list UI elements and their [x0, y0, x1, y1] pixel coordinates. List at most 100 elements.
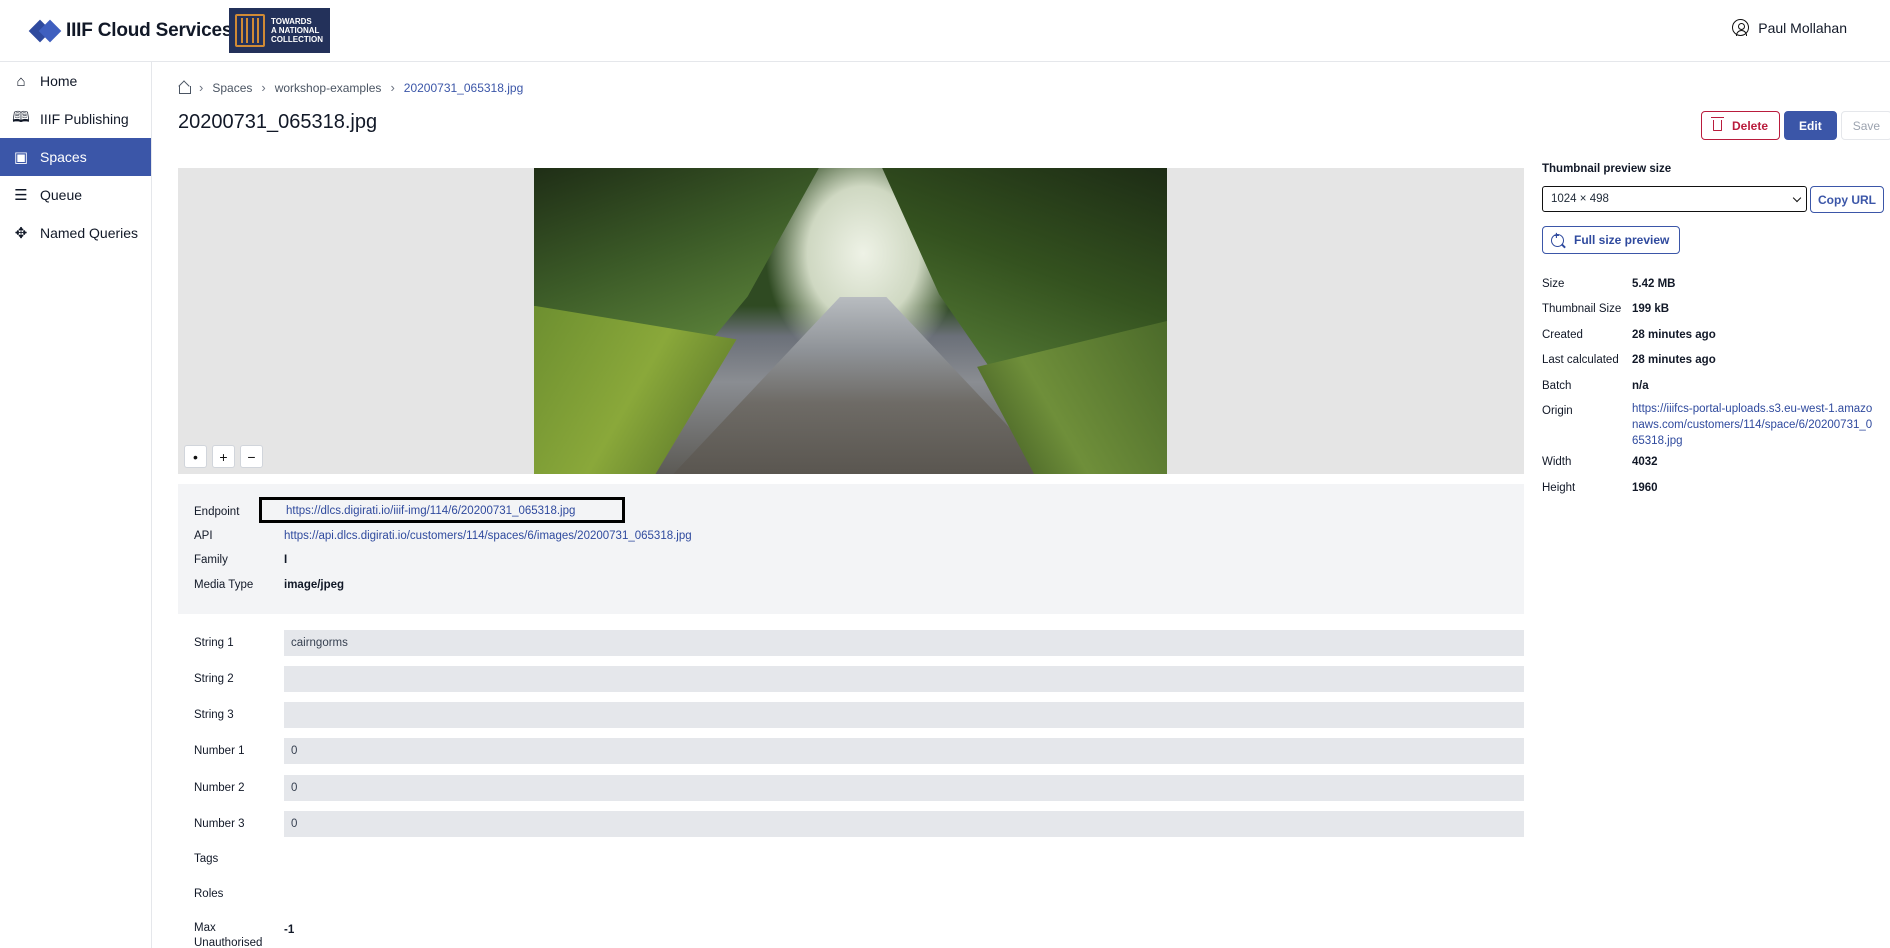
partner-logo-text: TOWARDS A NATIONAL COLLECTION — [271, 17, 323, 44]
meta-last-calculated: Last calculated 28 minutes ago — [1542, 354, 1716, 366]
image-info-panel: Endpoint https://dlcs.digirati.io/iiif-i… — [178, 484, 1524, 614]
app-logo[interactable]: IIIF Cloud Services — [28, 16, 232, 46]
zoom-out-button[interactable]: − — [240, 445, 263, 468]
field-string-3: String 3 — [194, 702, 1524, 728]
thumbnail-size-label: Thumbnail Size — [1542, 303, 1622, 315]
origin-label: Origin — [1542, 405, 1573, 417]
field-string-2: String 2 — [194, 666, 1524, 692]
logo-mark-icon — [28, 19, 62, 43]
thumbnail-size-meta-value: 199 kB — [1632, 303, 1670, 315]
meta-origin: Origin https://iiifcs-portal-uploads.s3.… — [1542, 401, 1878, 449]
home-icon: ⌂ — [16, 72, 26, 90]
full-size-preview-button[interactable]: Full size preview — [1542, 226, 1681, 254]
breadcrumb-current[interactable]: 20200731_065318.jpg — [404, 81, 523, 95]
number1-label: Number 1 — [194, 745, 245, 757]
size-label: Size — [1542, 278, 1565, 290]
size-value: 5.42 MB — [1632, 278, 1676, 290]
thumbnail-size-select[interactable]: 1024 × 498 — [1542, 186, 1807, 212]
zoom-in-icon — [1551, 231, 1564, 247]
full-size-preview-label: Full size preview — [1574, 233, 1670, 247]
created-value: 28 minutes ago — [1632, 329, 1716, 341]
field-number-1: Number 1 0 — [194, 738, 1524, 764]
width-value: 4032 — [1632, 456, 1658, 468]
user-circle-icon — [1732, 19, 1750, 36]
save-button[interactable]: Save — [1840, 111, 1890, 140]
image-viewer[interactable]: • + − — [178, 168, 1524, 474]
number3-label: Number 3 — [194, 818, 245, 830]
sidebar-item-named-queries[interactable]: ✥ Named Queries — [0, 214, 151, 252]
book-icon: 🕮 — [12, 108, 30, 126]
trash-icon — [1711, 117, 1724, 131]
edit-button[interactable]: Edit — [1784, 111, 1837, 140]
height-label: Height — [1542, 482, 1576, 494]
breadcrumb: › Spaces › workshop-examples › 20200731_… — [178, 80, 523, 95]
sidebar-item-label: Queue — [40, 187, 83, 203]
partner-logo: TOWARDS A NATIONAL COLLECTION — [229, 8, 330, 53]
roles-label: Roles — [194, 888, 224, 900]
top-header: IIIF Cloud Services TOWARDS A NATIONAL COL… — [0, 0, 1890, 62]
field-max-unauthorised: Max Unauthorised -1 — [194, 921, 294, 948]
info-row-family: Family I — [194, 554, 287, 566]
user-menu[interactable]: Paul Mollahan — [1732, 19, 1847, 36]
width-label: Width — [1542, 456, 1572, 468]
batch-label: Batch — [1542, 380, 1572, 392]
number3-input[interactable]: 0 — [284, 811, 1524, 837]
thumbnail-size-title: Thumbnail preview size — [1542, 163, 1672, 175]
batch-value: n/a — [1632, 380, 1649, 392]
delete-label: Delete — [1732, 118, 1769, 133]
field-string-1: String 1 cairngorms — [194, 630, 1524, 656]
viewer-controls: • + − — [184, 445, 263, 468]
sidebar-item-home[interactable]: ⌂ Home — [0, 62, 151, 100]
images-icon: ▣ — [13, 149, 29, 166]
sidebar-item-label: IIIF Publishing — [40, 111, 129, 127]
meta-created: Created 28 minutes ago — [1542, 329, 1716, 341]
string3-input[interactable] — [284, 702, 1524, 728]
query-icon: ✥ — [14, 225, 28, 242]
media-type-label: Media Type — [194, 579, 254, 591]
meta-batch: Batch n/a — [1542, 380, 1649, 392]
partner-logo-icon — [235, 14, 265, 47]
image-preview — [534, 168, 1167, 474]
number2-label: Number 2 — [194, 782, 245, 794]
string1-input[interactable]: cairngorms — [284, 630, 1524, 656]
tags-label: Tags — [194, 853, 219, 865]
meta-height: Height 1960 — [1542, 482, 1658, 494]
created-label: Created — [1542, 329, 1583, 341]
family-label: Family — [194, 554, 228, 566]
sidebar-item-label: Home — [40, 73, 78, 89]
media-type-value: image/jpeg — [284, 579, 345, 591]
number2-input[interactable]: 0 — [284, 775, 1524, 801]
copy-url-button[interactable]: Copy URL — [1810, 186, 1884, 213]
breadcrumb-spaces[interactable]: Spaces — [212, 81, 252, 95]
api-link[interactable]: https://api.dlcs.digirati.io/customers/1… — [284, 530, 692, 542]
breadcrumb-home-icon[interactable] — [178, 82, 191, 94]
meta-thumbnail-size: Thumbnail Size 199 kB — [1542, 303, 1669, 315]
breadcrumb-space[interactable]: workshop-examples — [275, 81, 382, 95]
reset-zoom-button[interactable]: • — [184, 445, 207, 468]
sidebar-item-queue[interactable]: ☰ Queue — [0, 176, 151, 214]
page-title: 20200731_065318.jpg — [178, 111, 378, 133]
endpoint-highlight: https://dlcs.digirati.io/iiif-img/114/6/… — [259, 497, 625, 523]
sidebar-item-spaces[interactable]: ▣ Spaces — [0, 138, 151, 176]
endpoint-link[interactable]: https://dlcs.digirati.io/iiif-img/114/6/… — [286, 505, 575, 517]
height-value: 1960 — [1632, 482, 1658, 494]
number1-input[interactable]: 0 — [284, 738, 1524, 764]
delete-button[interactable]: Delete — [1701, 111, 1781, 140]
string2-input[interactable] — [284, 666, 1524, 692]
list-icon: ☰ — [14, 187, 28, 204]
sidebar-item-iiif-publishing[interactable]: 🕮 IIIF Publishing — [0, 100, 151, 138]
field-number-3: Number 3 0 — [194, 811, 1524, 837]
chevron-right-icon: › — [261, 80, 266, 95]
chevron-right-icon: › — [390, 80, 395, 95]
zoom-in-button[interactable]: + — [212, 445, 235, 468]
field-tags: Tags — [194, 853, 284, 865]
string3-label: String 3 — [194, 709, 234, 721]
info-row-media-type: Media Type image/jpeg — [194, 579, 344, 591]
last-calculated-value: 28 minutes ago — [1632, 354, 1716, 366]
last-calculated-label: Last calculated — [1542, 354, 1619, 366]
max-unauthorised-label: Max Unauthorised — [194, 922, 263, 948]
chevron-right-icon: › — [199, 80, 204, 95]
string1-label: String 1 — [194, 637, 234, 649]
origin-link[interactable]: https://iiifcs-portal-uploads.s3.eu-west… — [1632, 401, 1878, 449]
api-label: API — [194, 530, 213, 542]
